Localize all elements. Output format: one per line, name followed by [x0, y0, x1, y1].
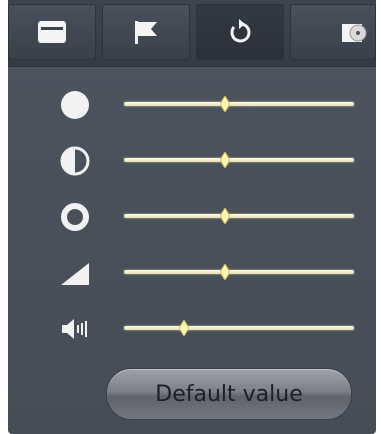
contrast-icon: [58, 144, 92, 178]
refresh-icon: [230, 19, 251, 43]
volume-slider-track[interactable]: [124, 319, 354, 337]
contrast-slider-thumb[interactable]: [219, 151, 231, 169]
saturation-slider-thumb[interactable]: [219, 207, 231, 225]
default-value-label: Default value: [155, 381, 303, 407]
ramp-icon: [58, 256, 92, 290]
brightness-slider-thumb[interactable]: [219, 95, 231, 113]
flag-button[interactable]: [102, 4, 190, 60]
gain-slider-thumb[interactable]: [219, 263, 231, 281]
disc-button[interactable]: [290, 4, 376, 60]
volume-icon: [58, 312, 92, 346]
slider-row-brightness: [8, 84, 376, 124]
volume-slider-thumb[interactable]: [178, 319, 190, 337]
brightness-icon: [58, 88, 92, 122]
slider-row-gain: [8, 252, 376, 292]
card-icon: [38, 21, 66, 43]
saturation-icon: [58, 200, 92, 234]
settings-panel: Default value: [8, 0, 376, 434]
slider-row-contrast: [8, 140, 376, 180]
default-value-button[interactable]: Default value: [106, 368, 352, 420]
disc-icon: [342, 24, 367, 42]
saturation-slider-track[interactable]: [124, 207, 354, 225]
refresh-button[interactable]: [196, 4, 284, 60]
gain-slider-track[interactable]: [124, 263, 354, 281]
contrast-slider-track[interactable]: [124, 151, 354, 169]
card-button[interactable]: [8, 4, 96, 60]
slider-row-volume: [8, 308, 376, 348]
slider-row-saturation: [8, 196, 376, 236]
flag-icon: [135, 21, 157, 44]
toolbar: [8, 0, 376, 67]
brightness-slider-track[interactable]: [124, 95, 354, 113]
